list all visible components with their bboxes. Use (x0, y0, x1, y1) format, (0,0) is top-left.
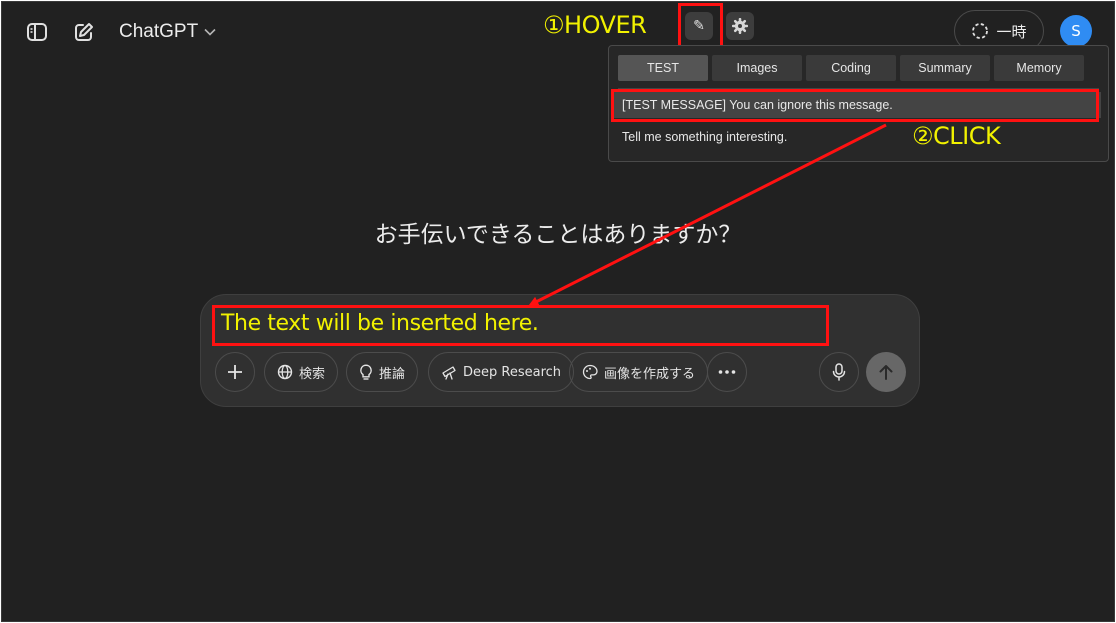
lightbulb-icon (360, 363, 372, 380)
microphone-icon (832, 363, 846, 381)
tab-test[interactable]: TEST (618, 55, 708, 81)
extension-button[interactable]: ✎ (685, 12, 713, 40)
annotation-step2: ②CLICK (912, 122, 1001, 150)
search-label: 検索 (299, 366, 326, 382)
temporary-chat-label: 一時 (996, 22, 1027, 41)
model-switcher[interactable]: ChatGPT (119, 21, 216, 43)
arrow-up-icon (879, 365, 893, 380)
add-attachment-button[interactable] (215, 352, 255, 392)
prompt-dropdown: TEST Images Coding Summary Memory [TEST … (608, 45, 1109, 162)
tab-images[interactable]: Images (712, 55, 802, 81)
annotation-step1: ①HOVER (543, 11, 647, 39)
chatgpt-window: ChatGPT ①HOVER ✎ 一時 S TEST Images Coding… (1, 1, 1115, 622)
dropdown-divider (618, 88, 1099, 89)
search-button[interactable]: 検索 (264, 352, 339, 392)
composer: The text will be inserted here. 検索 推論 De… (200, 294, 920, 407)
new-chat-icon[interactable] (71, 19, 97, 45)
globe-icon (277, 364, 293, 380)
tab-summary[interactable]: Summary (900, 55, 990, 81)
more-tools-button[interactable] (707, 352, 747, 392)
extension-settings-button[interactable] (726, 12, 754, 40)
telescope-icon (442, 366, 456, 380)
model-name: ChatGPT (119, 21, 199, 42)
reason-label: 推論 (379, 366, 406, 382)
dashed-circle-icon (972, 23, 989, 39)
prompt-tabs: TEST Images Coding Summary Memory (618, 55, 1084, 81)
create-image-button[interactable]: 画像を作成する (569, 352, 709, 392)
prompt-item[interactable]: Tell me something interesting. (614, 124, 1101, 150)
create-image-label: 画像を作成する (604, 366, 696, 382)
tab-coding[interactable]: Coding (806, 55, 896, 81)
pencil-icon: ✎ (693, 18, 705, 34)
reason-button[interactable]: 推論 (346, 352, 419, 392)
sidebar-toggle-icon[interactable] (24, 19, 50, 45)
deep-research-label: Deep Research (463, 364, 562, 380)
avatar[interactable]: S (1060, 15, 1092, 47)
chevron-down-icon (204, 28, 216, 36)
plus-icon (228, 365, 242, 379)
voice-input-button[interactable] (819, 352, 859, 392)
palette-icon (582, 364, 598, 380)
deep-research-button[interactable]: Deep Research (428, 352, 575, 392)
greeting-heading: お手伝いできることはありますか？ (374, 222, 742, 248)
more-icon (718, 370, 736, 374)
prompt-input[interactable]: The text will be inserted here. (221, 311, 539, 336)
send-button[interactable] (866, 352, 906, 392)
tab-memory[interactable]: Memory (994, 55, 1084, 81)
prompt-item[interactable]: [TEST MESSAGE] You can ignore this messa… (614, 92, 1101, 118)
gear-icon (732, 18, 748, 34)
